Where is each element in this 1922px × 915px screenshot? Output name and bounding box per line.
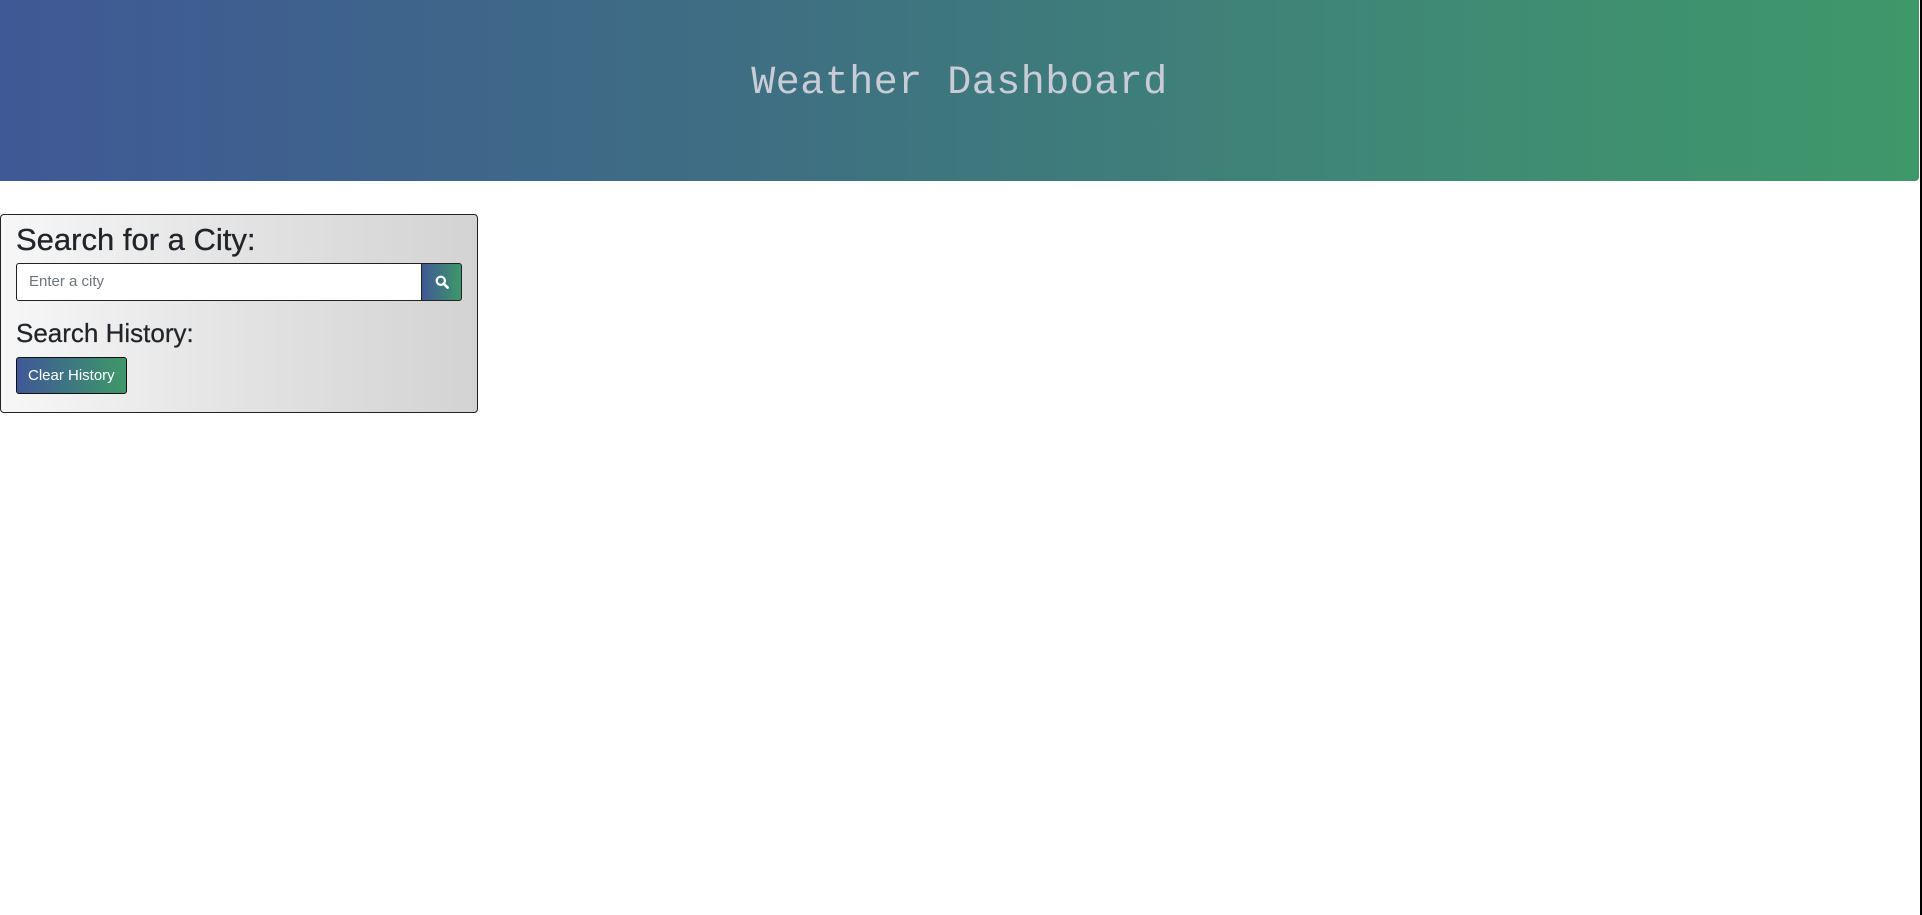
search-history-heading: Search History: [16,317,194,348]
search-button[interactable] [421,262,462,301]
page: Weather Dashboard Search for a City: Sea… [0,0,1922,915]
search-icon [435,275,449,289]
search-heading: Search for a City: [16,222,256,257]
page-header: Weather Dashboard [0,0,1919,181]
search-panel: Search for a City: Search History: Clear… [0,214,478,413]
city-search-input[interactable] [16,262,421,301]
clear-history-button[interactable]: Clear History [16,356,127,394]
search-form [16,262,462,301]
page-title: Weather Dashboard [751,61,1168,106]
